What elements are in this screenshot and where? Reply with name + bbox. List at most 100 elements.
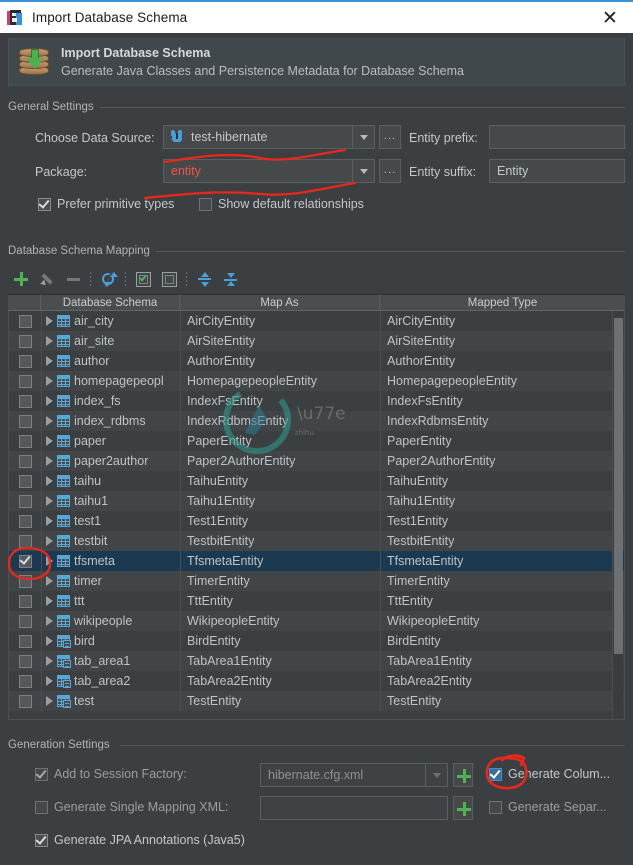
row-checkbox-cell[interactable]	[9, 371, 42, 391]
row-mapped-type-cell[interactable]: WikipeopleEntity	[381, 611, 624, 631]
generate-separate-checkbox[interactable]: Generate Separ...	[489, 800, 607, 814]
chevron-down-icon[interactable]	[352, 160, 374, 182]
row-checkbox[interactable]	[18, 394, 32, 408]
data-source-browse-button[interactable]: ...	[379, 125, 401, 149]
row-checkbox[interactable]	[18, 514, 32, 528]
expand-arrow-icon[interactable]	[46, 396, 53, 406]
row-checkbox[interactable]	[18, 552, 32, 568]
expand-arrow-icon[interactable]	[46, 576, 53, 586]
row-map-as-cell[interactable]: Test1Entity	[181, 511, 381, 531]
row-mapped-type-cell[interactable]: PaperEntity	[381, 431, 624, 451]
add-session-factory-button[interactable]	[453, 763, 473, 787]
row-mapped-type-cell[interactable]: HomepagepeopleEntity	[381, 371, 624, 391]
row-checkbox[interactable]	[18, 474, 32, 488]
column-header-check[interactable]	[8, 295, 41, 310]
table-row[interactable]: paper PaperEntity PaperEntity	[9, 431, 624, 451]
row-map-as-cell[interactable]: WikipeopleEntity	[181, 611, 381, 631]
expand-arrow-icon[interactable]	[46, 536, 53, 546]
row-map-as-cell[interactable]: BirdEntity	[181, 631, 381, 651]
row-map-as-cell[interactable]: AirCityEntity	[181, 311, 381, 331]
row-checkbox[interactable]	[18, 374, 32, 388]
row-mapped-type-cell[interactable]: TestbitEntity	[381, 531, 624, 551]
row-checkbox-cell[interactable]	[9, 531, 42, 551]
chevron-down-icon[interactable]	[352, 126, 374, 148]
row-mapped-type-cell[interactable]: TestEntity	[381, 691, 624, 711]
chevron-down-icon[interactable]	[425, 764, 447, 786]
row-checkbox-cell[interactable]	[9, 591, 42, 611]
expand-arrow-icon[interactable]	[46, 656, 53, 666]
row-mapped-type-cell[interactable]: Test1Entity	[381, 511, 624, 531]
single-mapping-xml-input[interactable]	[260, 796, 448, 820]
expand-arrow-icon[interactable]	[46, 616, 53, 626]
row-checkbox-cell[interactable]	[9, 571, 42, 591]
expand-arrow-icon[interactable]	[46, 556, 53, 566]
row-checkbox-cell[interactable]	[9, 311, 42, 331]
row-mapped-type-cell[interactable]: IndexRdbmsEntity	[381, 411, 624, 431]
row-mapped-type-cell[interactable]: TabArea1Entity	[381, 651, 624, 671]
table-row[interactable]: test1 Test1Entity Test1Entity	[9, 511, 624, 531]
row-map-as-cell[interactable]: AirSiteEntity	[181, 331, 381, 351]
expand-arrow-icon[interactable]	[46, 456, 53, 466]
add-single-mapping-button[interactable]	[453, 796, 473, 820]
table-row[interactable]: testbit TestbitEntity TestbitEntity	[9, 531, 624, 551]
row-checkbox[interactable]	[18, 694, 32, 708]
row-mapped-type-cell[interactable]: TaihuEntity	[381, 471, 624, 491]
row-map-as-cell[interactable]: IndexFsEntity	[181, 391, 381, 411]
scrollbar-thumb[interactable]	[614, 318, 623, 654]
row-checkbox-cell[interactable]	[9, 511, 42, 531]
table-vertical-scrollbar[interactable]	[612, 311, 623, 719]
row-map-as-cell[interactable]: TaihuEntity	[181, 471, 381, 491]
generate-column-annotations-checkbox[interactable]: Generate Colum...	[489, 766, 610, 781]
row-mapped-type-cell[interactable]: AuthorEntity	[381, 351, 624, 371]
row-checkbox[interactable]	[18, 434, 32, 448]
select-none-button[interactable]	[156, 267, 182, 291]
select-all-button[interactable]	[130, 267, 156, 291]
row-checkbox-cell[interactable]	[9, 671, 42, 691]
row-checkbox[interactable]	[18, 674, 32, 688]
prefer-primitive-types-checkbox[interactable]: Prefer primitive types	[38, 196, 174, 211]
entity-suffix-input[interactable]: Entity	[489, 159, 625, 183]
table-row[interactable]: ttt TttEntity TttEntity	[9, 591, 624, 611]
expand-arrow-icon[interactable]	[46, 696, 53, 706]
refresh-button[interactable]	[95, 267, 121, 291]
table-row[interactable]: timer TimerEntity TimerEntity	[9, 571, 624, 591]
row-checkbox-cell[interactable]	[9, 691, 42, 711]
expand-arrow-icon[interactable]	[46, 476, 53, 486]
row-mapped-type-cell[interactable]: TfsmetaEntity	[381, 551, 624, 571]
expand-arrow-icon[interactable]	[46, 416, 53, 426]
table-row[interactable]: tfsmeta TfsmetaEntity TfsmetaEntity	[9, 551, 624, 571]
expand-arrow-icon[interactable]	[46, 496, 53, 506]
row-mapped-type-cell[interactable]: TimerEntity	[381, 571, 624, 591]
row-map-as-cell[interactable]: IndexRdbmsEntity	[181, 411, 381, 431]
row-checkbox-cell[interactable]	[9, 331, 42, 351]
table-row[interactable]: index_fs IndexFsEntity IndexFsEntity	[9, 391, 624, 411]
table-row[interactable]: author AuthorEntity AuthorEntity	[9, 351, 624, 371]
expand-arrow-icon[interactable]	[46, 516, 53, 526]
row-checkbox[interactable]	[18, 494, 32, 508]
row-map-as-cell[interactable]: HomepagepeopleEntity	[181, 371, 381, 391]
row-checkbox[interactable]	[18, 534, 32, 548]
table-row[interactable]: index_rdbms IndexRdbmsEntity IndexRdbmsEnt…	[9, 411, 624, 431]
row-map-as-cell[interactable]: TestEntity	[181, 691, 381, 711]
table-row[interactable]: tab_area1 TabArea1Entity TabArea1Entity	[9, 651, 624, 671]
row-mapped-type-cell[interactable]: TttEntity	[381, 591, 624, 611]
expand-arrow-icon[interactable]	[46, 436, 53, 446]
row-checkbox-cell[interactable]	[9, 611, 42, 631]
row-checkbox-cell[interactable]	[9, 351, 42, 371]
collapse-all-button[interactable]	[217, 267, 243, 291]
data-source-combo[interactable]: test-hibernate	[163, 125, 375, 149]
table-row[interactable]: test TestEntity TestEntity	[9, 691, 624, 711]
session-factory-combo[interactable]: hibernate.cfg.xml	[260, 763, 448, 787]
row-map-as-cell[interactable]: Paper2AuthorEntity	[181, 451, 381, 471]
table-row[interactable]: air_site AirSiteEntity AirSiteEntity	[9, 331, 624, 351]
row-checkbox-cell[interactable]	[9, 451, 42, 471]
row-map-as-cell[interactable]: TfsmetaEntity	[181, 551, 381, 571]
expand-arrow-icon[interactable]	[46, 596, 53, 606]
row-mapped-type-cell[interactable]: BirdEntity	[381, 631, 624, 651]
expand-arrow-icon[interactable]	[46, 316, 53, 326]
table-row[interactable]: homepagepeopl HomepagepeopleEntity Homepag…	[9, 371, 624, 391]
row-checkbox[interactable]	[18, 454, 32, 468]
package-combo[interactable]: entity	[163, 159, 375, 183]
table-row[interactable]: paper2author Paper2AuthorEntity Paper2Auth…	[9, 451, 624, 471]
row-checkbox[interactable]	[18, 634, 32, 648]
